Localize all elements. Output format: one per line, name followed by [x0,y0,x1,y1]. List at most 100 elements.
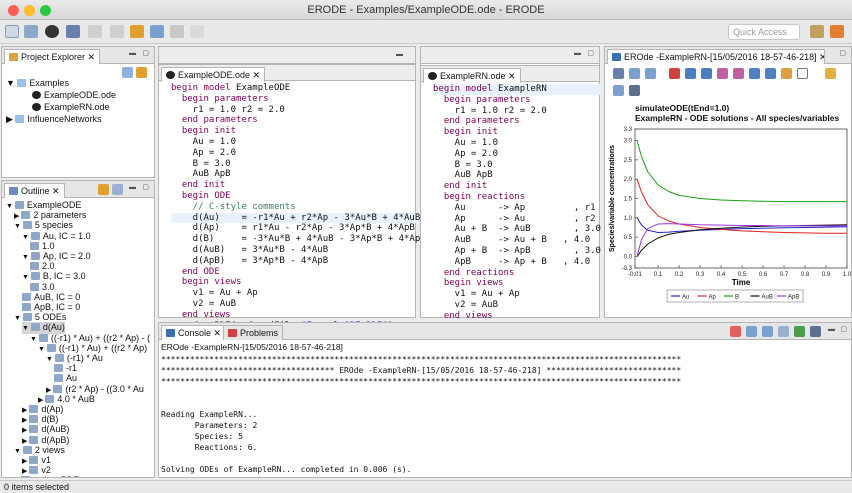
maximize-icon[interactable]: ▢ [142,49,149,57]
outline-item[interactable]: ▶ reduceBDE [14,475,79,477]
expand-arrow-icon[interactable]: ▼ [22,325,31,332]
project-explorer-panel: Project Explorer ✕ ▬ ▢ ▼ Examples Exampl… [1,46,155,178]
redo-icon[interactable] [613,85,624,96]
expand-arrow-icon[interactable]: ▼ [30,336,39,343]
pin-icon[interactable] [190,25,204,38]
word-wrap-icon[interactable] [778,326,789,337]
tree-item-influencenetworks[interactable]: ▶ InfluenceNetworks [6,114,101,125]
expand-arrow-icon[interactable]: ▶ [38,397,45,404]
code-line: Au + B -> AuB , 3.0 [433,224,601,235]
maximize-icon[interactable]: ▢ [142,183,149,191]
console-output[interactable]: ****************************************… [161,355,681,476]
undo-zoom-icon[interactable] [825,68,836,79]
expand-arrow-icon[interactable]: ▼ [6,203,15,210]
clear-console-icon[interactable] [746,326,757,337]
tab-project-explorer[interactable]: Project Explorer ✕ [4,49,101,64]
expand-arrow-icon[interactable]: ▼ [46,356,55,363]
tab-plot[interactable]: EROde -ExampleRN-[15/05/2016 18-57-46-21… [607,49,825,64]
expand-arrow-icon[interactable]: ▶ [22,438,29,445]
node-icon [54,354,64,362]
run-wand-icon[interactable] [66,25,80,38]
edit-icon[interactable] [88,25,102,38]
x-tick-label: 0.6 [759,272,768,278]
new-file-icon[interactable] [5,25,19,38]
next-annotation-icon[interactable] [130,25,144,38]
zoom-box-icon[interactable] [669,68,680,79]
tree-item-examplern[interactable]: ExampleRN.ode [32,102,110,113]
pointer-icon[interactable] [797,68,808,79]
minimize-icon[interactable]: ▬ [828,326,835,333]
node-icon [46,343,56,352]
tab-problems[interactable]: Problems [223,325,284,340]
tab-examplern[interactable]: ExampleRN.ode ✕ [423,68,521,83]
zoom-out-icon[interactable] [645,68,656,79]
magnify-plus-icon[interactable] [749,68,760,79]
maximize-icon[interactable]: ▢ [839,49,846,57]
expand-arrow-icon[interactable]: ▼ [38,346,47,353]
minimize-icon[interactable]: ▬ [129,50,136,57]
expand-arrow-icon[interactable]: ▶ [22,407,29,414]
export-icon[interactable] [629,85,640,96]
outline-item-label: Au, IC = 1.0 [42,230,91,241]
ode-chart[interactable]: -0.30.00.51.01.52.02.53.03.3-0.01 0.1 0.2 0… [605,123,852,318]
expand-arrow-icon[interactable]: ▼ [22,274,31,281]
pan-hand-icon[interactable] [781,68,792,79]
expand-arrow-icon[interactable]: ▼ [22,254,31,261]
tab-console[interactable]: Console ✕ [161,325,227,340]
pin-console-icon[interactable] [794,326,805,337]
filter-icon[interactable] [112,184,123,195]
code-line: AuB ApB [171,169,231,180]
tree-item-examples[interactable]: ▼ Examples [6,78,69,89]
tab-outline[interactable]: Outline ✕ [4,183,65,198]
expand-arrow-icon[interactable]: ▶ [22,468,29,475]
erode-icon[interactable] [45,25,59,38]
minimize-icon[interactable]: ▬ [396,51,403,58]
console-header: EROde -ExampleRN-[15/05/2016 18-57-46-21… [161,342,343,352]
code-line: // C-style comments [171,201,296,212]
zoom-x-icon[interactable] [685,68,696,79]
problems-icon [228,329,237,337]
forward-icon[interactable] [170,25,184,38]
expand-arrow-icon[interactable]: ▼ [14,448,23,455]
expand-arrow-icon[interactable]: ▶ [22,458,29,465]
display-console-icon[interactable] [810,326,821,337]
fit-x-icon[interactable] [717,68,728,79]
code-editor-2[interactable]: begin model ExampleRN begin parameters r… [433,84,601,343]
terminate-icon[interactable] [730,326,741,337]
expand-arrow-icon[interactable]: ▶ [14,213,21,220]
collapse-all-icon[interactable] [122,67,133,78]
save-icon[interactable] [24,25,38,38]
link-editor-icon[interactable] [136,67,147,78]
sort-icon[interactable] [98,184,109,195]
fit-y-icon[interactable] [733,68,744,79]
maximize-icon[interactable]: ▢ [587,49,594,57]
prev-annotation-icon[interactable] [110,25,124,38]
code-line: begin model ExampleRN [433,84,601,95]
scroll-lock-icon[interactable] [762,326,773,337]
expand-arrow-icon[interactable]: ▶ [22,417,29,424]
x-tick-label: 0.2 [675,272,684,278]
magnify-minus-icon[interactable] [765,68,776,79]
code-editor-1[interactable]: begin model ExampleODE begin parameters … [171,83,426,342]
folder-icon [15,115,25,123]
expand-arrow-icon[interactable]: ▶ [46,387,53,394]
zoom-y-icon[interactable] [701,68,712,79]
quick-access-input[interactable]: Quick Access [728,24,800,40]
open-perspective-icon[interactable] [810,25,824,38]
minimize-icon[interactable]: ▬ [574,50,581,57]
outline-item-label: d(ApB) [41,434,70,445]
expand-arrow-icon[interactable]: ▶ [22,427,29,434]
minimize-icon[interactable]: ▬ [129,184,136,191]
expand-arrow-icon[interactable]: ▼ [14,315,23,322]
zoom-in-plus-icon[interactable] [629,68,640,79]
back-icon[interactable] [150,25,164,38]
expand-arrow-icon[interactable]: ▼ [22,234,31,241]
perspective-icon[interactable] [830,25,844,38]
maximize-icon[interactable]: ▢ [840,325,847,333]
x-tick-label: 0.9 [822,272,831,278]
console-line: Species: 5 [161,432,243,441]
tools-icon[interactable] [613,68,624,79]
expand-arrow-icon[interactable]: ▼ [14,223,23,230]
tab-exampleode[interactable]: ExampleODE.ode ✕ [161,67,266,82]
tree-item-exampleode[interactable]: ExampleODE.ode [32,90,116,101]
